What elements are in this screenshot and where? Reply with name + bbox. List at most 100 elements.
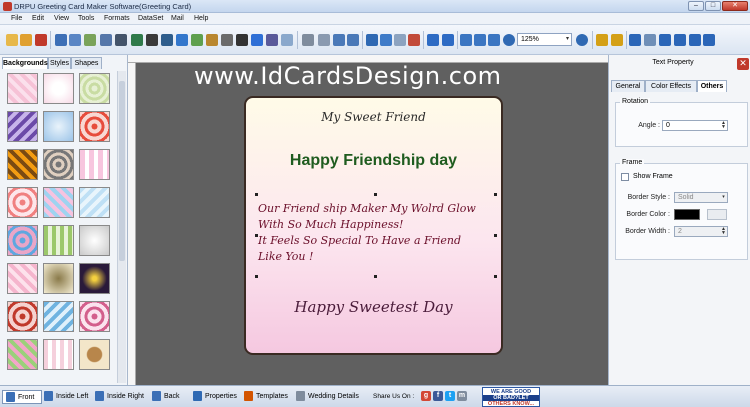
- border-width-input[interactable]: 2 ▲ ▼: [674, 226, 728, 237]
- background-thumbnail[interactable]: [7, 225, 38, 256]
- background-thumbnail[interactable]: [7, 111, 38, 142]
- background-thumbnail[interactable]: [43, 111, 74, 142]
- background-thumbnail[interactable]: [7, 301, 38, 332]
- background-thumbnail[interactable]: [43, 301, 74, 332]
- background-thumbnail[interactable]: [79, 73, 110, 104]
- cut-icon[interactable]: [366, 34, 378, 46]
- menu-tools[interactable]: Tools: [78, 15, 94, 22]
- actual-size-icon[interactable]: [474, 34, 486, 46]
- background-thumbnail[interactable]: [79, 263, 110, 294]
- scrollbar-thumb[interactable]: [119, 81, 125, 261]
- minimize-button[interactable]: –: [688, 1, 704, 11]
- tab-shapes[interactable]: Shapes: [71, 57, 102, 69]
- tab-backgrounds[interactable]: Backgrounds: [2, 57, 48, 69]
- tab-styles[interactable]: Styles: [48, 57, 71, 69]
- picture-icon[interactable]: [206, 34, 218, 46]
- tab-inside-right[interactable]: Inside Right: [95, 390, 150, 404]
- delete-icon[interactable]: [408, 34, 420, 46]
- align-icon[interactable]: [644, 34, 656, 46]
- save-icon[interactable]: [55, 34, 67, 46]
- database-icon[interactable]: [302, 34, 314, 46]
- background-thumbnail[interactable]: [43, 149, 74, 180]
- barcode-icon[interactable]: [146, 34, 158, 46]
- text-icon[interactable]: [161, 34, 173, 46]
- background-thumbnail[interactable]: [7, 339, 38, 370]
- background-thumbnail[interactable]: [79, 339, 110, 370]
- shapes-icon[interactable]: [191, 34, 203, 46]
- background-thumbnail[interactable]: [43, 225, 74, 256]
- background-thumbnail[interactable]: [43, 263, 74, 294]
- border-style-select[interactable]: Solid ▾: [674, 192, 728, 203]
- card-title[interactable]: Happy Friendship day: [246, 152, 501, 170]
- resize-handle[interactable]: [494, 193, 497, 196]
- copy-icon[interactable]: [380, 34, 392, 46]
- background-thumbnail[interactable]: [79, 301, 110, 332]
- tab-others[interactable]: Others: [697, 80, 727, 92]
- spinner-icon[interactable]: ▲ ▼: [720, 227, 727, 236]
- spinner-icon[interactable]: ▲ ▼: [720, 121, 727, 130]
- arrow-right-icon[interactable]: [659, 34, 671, 46]
- gallery-scrollbar[interactable]: [117, 71, 126, 383]
- zoom-out-icon[interactable]: [576, 34, 588, 46]
- send-back-icon[interactable]: [442, 34, 454, 46]
- arrow-up-alt-icon[interactable]: [689, 34, 701, 46]
- menu-edit[interactable]: Edit: [32, 15, 44, 22]
- open-icon[interactable]: [20, 34, 32, 46]
- maximize-button[interactable]: □: [705, 1, 721, 11]
- wedding-details-button[interactable]: Wedding Details: [296, 390, 361, 404]
- save-as-icon[interactable]: [69, 34, 81, 46]
- menu-view[interactable]: View: [54, 15, 69, 22]
- menu-file[interactable]: File: [11, 15, 22, 22]
- background-thumbnail[interactable]: [7, 73, 38, 104]
- redo-icon[interactable]: [347, 34, 359, 46]
- resize-handle[interactable]: [255, 193, 258, 196]
- unlock-icon[interactable]: [611, 34, 623, 46]
- zoom-select[interactable]: 125% ▾: [517, 33, 572, 46]
- card-body[interactable]: Our Friend ship Maker My Wolrd Glow With…: [258, 201, 493, 265]
- google-plus-icon[interactable]: g: [421, 391, 431, 401]
- background-thumbnail[interactable]: [7, 187, 38, 218]
- zoom-icon[interactable]: [503, 34, 515, 46]
- pencil-icon[interactable]: [176, 34, 188, 46]
- border-color-swatch[interactable]: [674, 209, 700, 220]
- print-icon[interactable]: [115, 34, 127, 46]
- tab-general[interactable]: General: [611, 80, 645, 92]
- background-thumbnail[interactable]: [43, 339, 74, 370]
- resize-handle[interactable]: [374, 275, 377, 278]
- bring-front-icon[interactable]: [427, 34, 439, 46]
- arrow-up-icon[interactable]: [674, 34, 686, 46]
- arrow-left-icon[interactable]: [629, 34, 641, 46]
- menu-dataset[interactable]: DataSet: [138, 15, 163, 22]
- resize-handle[interactable]: [374, 193, 377, 196]
- facebook-icon[interactable]: f: [433, 391, 443, 401]
- undo-icon[interactable]: [333, 34, 345, 46]
- tab-front[interactable]: Front: [2, 390, 42, 404]
- border-color-picker-button[interactable]: [707, 209, 727, 220]
- background-thumbnail[interactable]: [7, 263, 38, 294]
- angle-input[interactable]: 0 ▲ ▼: [662, 120, 728, 131]
- resize-handle[interactable]: [255, 275, 258, 278]
- watermark-icon[interactable]: [221, 34, 233, 46]
- background-thumbnail[interactable]: [43, 73, 74, 104]
- email-icon[interactable]: m: [457, 391, 467, 401]
- menu-mail[interactable]: Mail: [171, 15, 184, 22]
- background-thumbnail[interactable]: [79, 149, 110, 180]
- close-button[interactable]: ✕: [722, 1, 748, 11]
- fit-window-icon[interactable]: [488, 34, 500, 46]
- word-art-icon[interactable]: [236, 34, 248, 46]
- close-doc-icon[interactable]: [35, 34, 47, 46]
- tab-back[interactable]: Back: [152, 390, 186, 404]
- dataset-icon[interactable]: [318, 34, 330, 46]
- card-heading[interactable]: My Sweet Friend: [246, 110, 501, 124]
- background-thumbnail[interactable]: [79, 187, 110, 218]
- print-preview-icon[interactable]: [100, 34, 112, 46]
- tab-color-effects[interactable]: Color Effects: [645, 80, 697, 92]
- twitter-icon[interactable]: t: [445, 391, 455, 401]
- new-icon[interactable]: [6, 34, 18, 46]
- arrow-down-icon[interactable]: [703, 34, 715, 46]
- greeting-card[interactable]: My Sweet Friend Happy Friendship day Our…: [244, 96, 503, 355]
- signature-icon[interactable]: [266, 34, 278, 46]
- paste-icon[interactable]: [394, 34, 406, 46]
- background-thumbnail[interactable]: [79, 225, 110, 256]
- resize-handle[interactable]: [494, 234, 497, 237]
